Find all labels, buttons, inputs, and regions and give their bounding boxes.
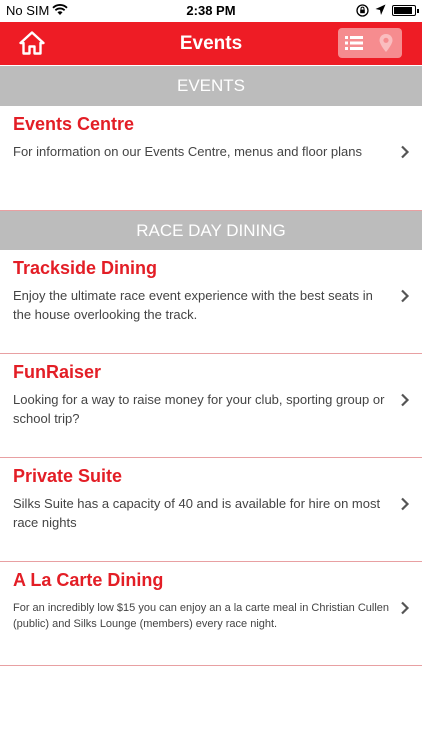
status-bar: No SIM 2:38 PM	[0, 0, 422, 22]
item-title: Trackside Dining	[13, 258, 158, 278]
list-icon	[345, 36, 363, 50]
item-description: For information on our Events Centre, me…	[13, 144, 363, 159]
map-view-button[interactable]	[370, 28, 402, 58]
rotation-lock-icon	[356, 4, 369, 17]
item-description: Silks Suite has a capacity of 40 and is …	[13, 496, 381, 530]
view-toggle[interactable]	[338, 28, 402, 58]
list-item-trackside-dining[interactable]: Trackside Dining Enjoy the ultimate race…	[0, 251, 422, 354]
chevron-right-icon	[401, 393, 410, 407]
chevron-right-icon	[401, 497, 410, 511]
item-title: FunRaiser	[13, 362, 102, 382]
item-description: Looking for a way to raise money for you…	[13, 392, 385, 426]
location-arrow-icon	[375, 4, 386, 15]
item-description: For an incredibly low $15 you can enjoy …	[13, 602, 390, 630]
item-description: Enjoy the ultimate race event experience…	[13, 288, 373, 322]
section-header-race-day-dining: RACE DAY DINING	[0, 210, 422, 250]
item-title: A La Carte Dining	[13, 570, 164, 590]
list-item-private-suite[interactable]: Private Suite Silks Suite has a capacity…	[0, 459, 422, 562]
map-pin-icon	[379, 34, 393, 52]
item-title: Private Suite	[13, 466, 123, 486]
chevron-right-icon	[401, 145, 410, 159]
chevron-right-icon	[401, 289, 410, 303]
list-item-a-la-carte-dining[interactable]: A La Carte Dining For an incredibly low …	[0, 563, 422, 666]
list-view-button[interactable]	[338, 28, 370, 58]
chevron-right-icon	[401, 601, 410, 615]
list-item-funraiser[interactable]: FunRaiser Looking for a way to raise mon…	[0, 355, 422, 458]
item-title: Events Centre	[13, 114, 135, 134]
section-header-events: EVENTS	[0, 66, 422, 106]
battery-icon	[392, 5, 419, 16]
list-item-events-centre[interactable]: Events Centre For information on our Eve…	[0, 107, 422, 210]
navigation-bar: Events	[0, 22, 422, 65]
